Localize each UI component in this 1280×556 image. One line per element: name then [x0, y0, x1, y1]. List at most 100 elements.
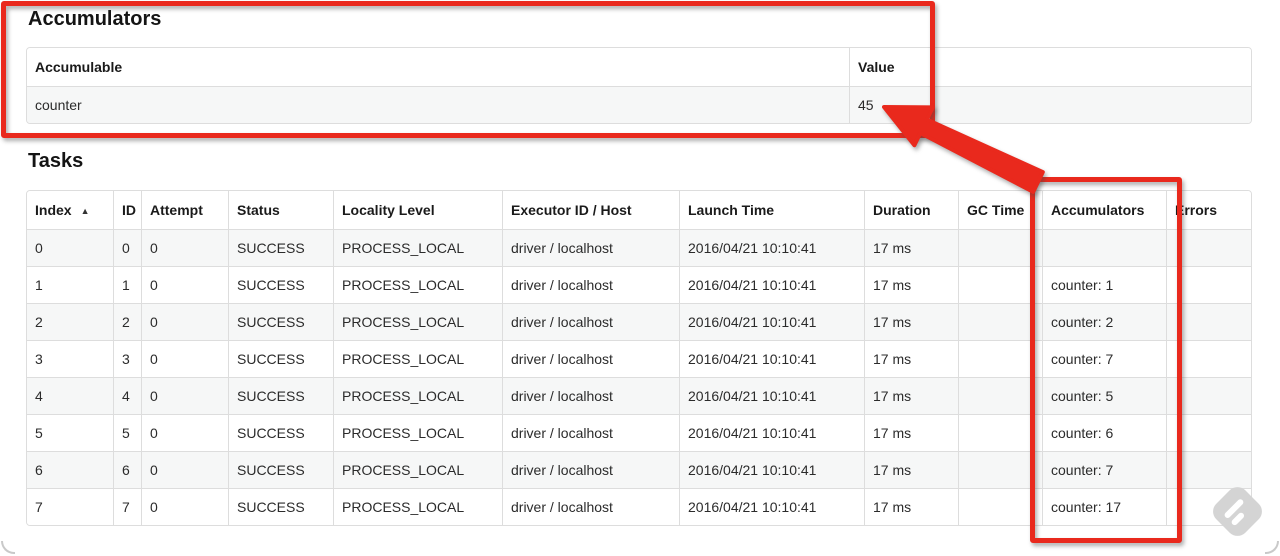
- cell-executor-id-host: driver / localhost: [502, 229, 679, 266]
- cell-id: 5: [113, 414, 141, 451]
- cell-errors: [1166, 340, 1251, 377]
- cell-gc-time: [958, 266, 1042, 303]
- cell-value: 45: [849, 86, 1251, 123]
- cell-duration: 17 ms: [864, 488, 958, 525]
- cell-id: 1: [113, 266, 141, 303]
- cell-index: 0: [27, 229, 113, 266]
- cell-accumulators: counter: 2: [1042, 303, 1166, 340]
- cell-launch-time: 2016/04/21 10:10:41: [679, 414, 864, 451]
- cell-attempt: 0: [141, 377, 228, 414]
- cell-status: SUCCESS: [228, 266, 333, 303]
- cell-accumulators: [1042, 229, 1166, 266]
- cell-status: SUCCESS: [228, 303, 333, 340]
- cell-locality-level: PROCESS_LOCAL: [333, 229, 502, 266]
- cell-attempt: 0: [141, 266, 228, 303]
- cell-index: 4: [27, 377, 113, 414]
- cell-locality-level: PROCESS_LOCAL: [333, 488, 502, 525]
- cell-executor-id-host: driver / localhost: [502, 377, 679, 414]
- col-header-errors[interactable]: Errors: [1166, 191, 1251, 229]
- cell-executor-id-host: driver / localhost: [502, 488, 679, 525]
- cell-executor-id-host: driver / localhost: [502, 266, 679, 303]
- cell-id: 2: [113, 303, 141, 340]
- accumulators-table: Accumulable Value counter 45: [26, 47, 1252, 124]
- cell-duration: 17 ms: [864, 266, 958, 303]
- tasks-header-row: Index ▲ ID Attempt Status Locality Level …: [27, 191, 1251, 229]
- frame-corner-bottom-right: [1265, 541, 1279, 554]
- col-header-value[interactable]: Value: [849, 48, 1251, 86]
- table-row: 6 6 0 SUCCESS PROCESS_LOCAL driver / localhos…: [27, 451, 1251, 488]
- cell-status: SUCCESS: [228, 451, 333, 488]
- col-header-launch-time[interactable]: Launch Time: [679, 191, 864, 229]
- col-header-index[interactable]: Index ▲: [27, 191, 113, 229]
- cell-id: 3: [113, 340, 141, 377]
- cell-accumulators: counter: 7: [1042, 451, 1166, 488]
- cell-launch-time: 2016/04/21 10:10:41: [679, 266, 864, 303]
- cell-index: 3: [27, 340, 113, 377]
- cell-status: SUCCESS: [228, 377, 333, 414]
- cell-errors: [1166, 303, 1251, 340]
- cell-attempt: 0: [141, 451, 228, 488]
- frame-corner-bottom-left: [1, 541, 15, 554]
- cell-duration: 17 ms: [864, 451, 958, 488]
- cell-index: 6: [27, 451, 113, 488]
- cell-duration: 17 ms: [864, 414, 958, 451]
- cell-duration: 17 ms: [864, 229, 958, 266]
- table-row: 4 4 0 SUCCESS PROCESS_LOCAL driver / localhos…: [27, 377, 1251, 414]
- cell-accumulators: counter: 7: [1042, 340, 1166, 377]
- cell-locality-level: PROCESS_LOCAL: [333, 414, 502, 451]
- cell-gc-time: [958, 488, 1042, 525]
- spark-stage-page: Accumulators Accumulable Value counter 45…: [0, 0, 1280, 556]
- cell-errors: [1166, 451, 1251, 488]
- cell-launch-time: 2016/04/21 10:10:41: [679, 377, 864, 414]
- col-header-duration[interactable]: Duration: [864, 191, 958, 229]
- col-header-executor-id-host[interactable]: Executor ID / Host: [502, 191, 679, 229]
- cell-status: SUCCESS: [228, 414, 333, 451]
- cell-attempt: 0: [141, 488, 228, 525]
- cell-executor-id-host: driver / localhost: [502, 414, 679, 451]
- cell-attempt: 0: [141, 414, 228, 451]
- col-header-locality-level[interactable]: Locality Level: [333, 191, 502, 229]
- cell-attempt: 0: [141, 229, 228, 266]
- table-row: 2 2 0 SUCCESS PROCESS_LOCAL driver / localhos…: [27, 303, 1251, 340]
- cell-executor-id-host: driver / localhost: [502, 303, 679, 340]
- cell-locality-level: PROCESS_LOCAL: [333, 451, 502, 488]
- cell-gc-time: [958, 303, 1042, 340]
- cell-accumulators: counter: 17: [1042, 488, 1166, 525]
- cell-locality-level: PROCESS_LOCAL: [333, 266, 502, 303]
- table-row: 7 7 0 SUCCESS PROCESS_LOCAL driver / localhos…: [27, 488, 1251, 525]
- cell-index: 7: [27, 488, 113, 525]
- cell-launch-time: 2016/04/21 10:10:41: [679, 488, 864, 525]
- cell-index: 5: [27, 414, 113, 451]
- cell-index: 1: [27, 266, 113, 303]
- sort-ascending-icon: ▲: [80, 206, 90, 216]
- cell-gc-time: [958, 229, 1042, 266]
- cell-executor-id-host: driver / localhost: [502, 451, 679, 488]
- cell-executor-id-host: driver / localhost: [502, 340, 679, 377]
- cell-duration: 17 ms: [864, 377, 958, 414]
- table-row: 0 0 0 SUCCESS PROCESS_LOCAL driver / localhos…: [27, 229, 1251, 266]
- cell-status: SUCCESS: [228, 229, 333, 266]
- cell-index: 2: [27, 303, 113, 340]
- cell-launch-time: 2016/04/21 10:10:41: [679, 229, 864, 266]
- cell-gc-time: [958, 377, 1042, 414]
- col-header-accumulators[interactable]: Accumulators: [1042, 191, 1166, 229]
- cell-errors: [1166, 414, 1251, 451]
- col-header-attempt[interactable]: Attempt: [141, 191, 228, 229]
- cell-status: SUCCESS: [228, 488, 333, 525]
- col-header-index-label: Index: [35, 202, 72, 218]
- col-header-gc-time[interactable]: GC Time: [958, 191, 1042, 229]
- tasks-section-title: Tasks: [28, 150, 84, 172]
- cell-gc-time: [958, 414, 1042, 451]
- cell-accumulators: counter: 1: [1042, 266, 1166, 303]
- cell-id: 0: [113, 229, 141, 266]
- cell-errors: [1166, 266, 1251, 303]
- cell-launch-time: 2016/04/21 10:10:41: [679, 303, 864, 340]
- col-header-accumulable[interactable]: Accumulable: [27, 48, 849, 86]
- col-header-id[interactable]: ID: [113, 191, 141, 229]
- cell-accumulators: counter: 5: [1042, 377, 1166, 414]
- col-header-status[interactable]: Status: [228, 191, 333, 229]
- cell-attempt: 0: [141, 340, 228, 377]
- table-row: 5 5 0 SUCCESS PROCESS_LOCAL driver / localhos…: [27, 414, 1251, 451]
- cell-errors: [1166, 377, 1251, 414]
- tasks-table: Index ▲ ID Attempt Status Locality Level …: [26, 190, 1252, 526]
